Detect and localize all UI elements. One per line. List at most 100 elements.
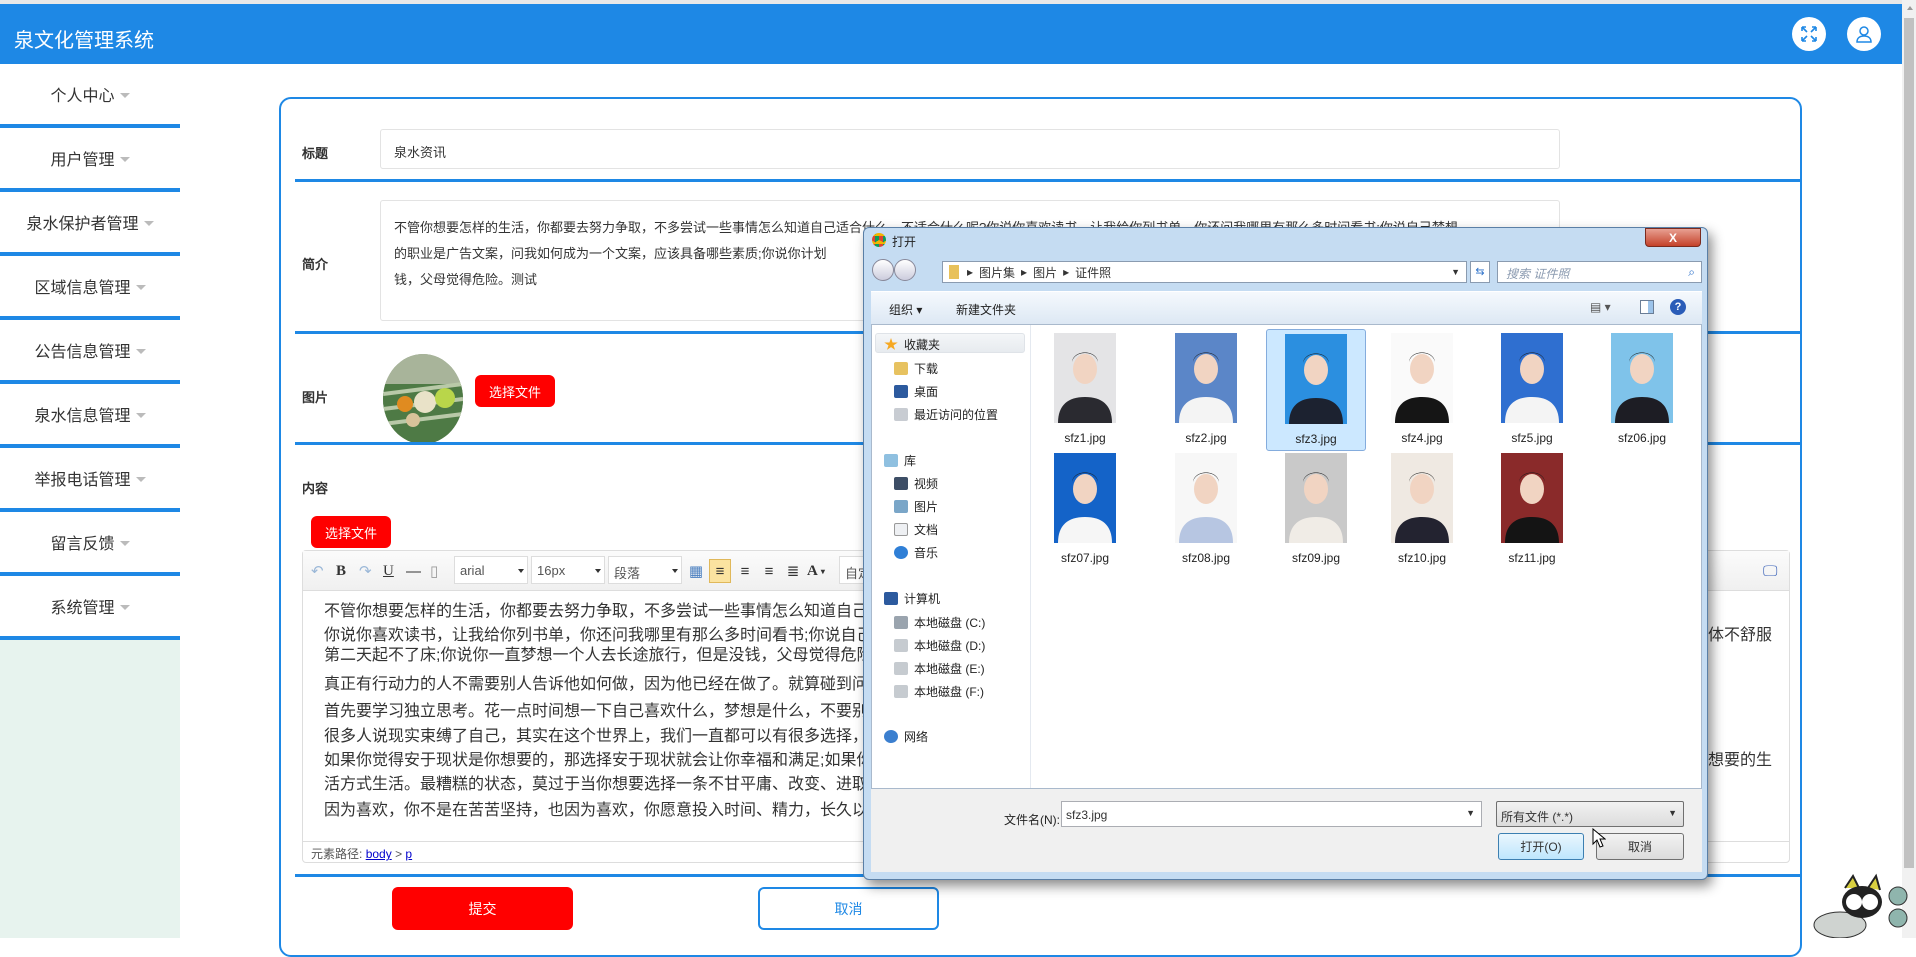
- file-item[interactable]: sfz1.jpg: [1035, 333, 1135, 445]
- open-button[interactable]: 打开(O): [1498, 833, 1584, 860]
- breadcrumb-item[interactable]: 图片: [1033, 264, 1057, 281]
- bold-button[interactable]: B: [336, 559, 346, 583]
- scrollbar[interactable]: [1902, 0, 1916, 938]
- align-right-icon[interactable]: ≡: [735, 559, 755, 583]
- path-body-link[interactable]: body: [366, 847, 392, 861]
- scroll-up-icon[interactable]: [1907, 6, 1913, 10]
- file-open-dialog: 打开 X ▸ 图片集 ▸ 图片 ▸ 证件照 ▼ ⇆ 搜索 证件照 ⌕ 组织 ▾ 新建文件…: [863, 227, 1708, 880]
- editor-line: 真正有行动力的人不需要别人告诉他如何做，因为他已经在做了。就算碰到问题: [324, 676, 884, 693]
- refresh-icon[interactable]: ⇆: [1470, 261, 1490, 283]
- file-item[interactable]: sfz3.jpg: [1266, 329, 1366, 451]
- file-item[interactable]: sfz10.jpg: [1372, 453, 1472, 565]
- file-item[interactable]: sfz2.jpg: [1156, 333, 1256, 445]
- file-item[interactable]: sfz09.jpg: [1266, 453, 1366, 565]
- breadcrumb-item[interactable]: 图片集: [979, 264, 1015, 281]
- file-thumbnail: [1175, 453, 1237, 543]
- underline-button[interactable]: U: [383, 559, 394, 583]
- align-left-icon[interactable]: ≡: [709, 559, 731, 583]
- file-type-select[interactable]: 所有文件 (*.*) ▼: [1496, 801, 1684, 827]
- filename-input[interactable]: sfz3.jpg ▼: [1061, 801, 1482, 827]
- forward-button[interactable]: [894, 259, 916, 281]
- nav-label: 本地磁盘 (C:): [914, 616, 986, 630]
- submit-button[interactable]: 提交: [392, 887, 573, 930]
- sidebar-item-users[interactable]: 用户管理: [0, 128, 180, 192]
- sidebar-item-springs[interactable]: 泉水信息管理: [0, 384, 180, 448]
- paragraph-select[interactable]: 段落: [608, 556, 682, 584]
- title-input[interactable]: 泉水资讯: [380, 129, 1560, 169]
- dialog-cancel-button[interactable]: 取消: [1596, 833, 1684, 860]
- sidebar-item-feedback[interactable]: 留言反馈: [0, 512, 180, 576]
- nav-downloads[interactable]: 下载: [894, 360, 938, 377]
- sidebar-item-notices[interactable]: 公告信息管理: [0, 320, 180, 384]
- editor-line-fragment: 想要的生: [1708, 752, 1773, 769]
- editor-line: 首先要学习独立思考。花一点时间想一下自己喜欢什么，梦想是什么，不要别人: [324, 703, 884, 720]
- nav-pictures[interactable]: 图片: [894, 498, 938, 515]
- file-item[interactable]: sfz07.jpg: [1035, 453, 1135, 565]
- nav-documents[interactable]: 文档: [894, 521, 938, 538]
- font-size-select[interactable]: 16px: [531, 556, 605, 584]
- file-item[interactable]: sfz4.jpg: [1372, 333, 1472, 445]
- mascot-cat: [1810, 870, 1910, 939]
- font-family-select[interactable]: arial: [454, 556, 528, 584]
- dialog-close-button[interactable]: X: [1645, 228, 1701, 247]
- sidebar-item-personal-center[interactable]: 个人中心: [0, 64, 180, 128]
- file-name: sfz2.jpg: [1185, 431, 1227, 445]
- navigation-pane: 收藏夹 下载 桌面 最近访问的位置 库 视频 图片 文档 音乐 计算机 本地磁盘…: [872, 325, 1031, 788]
- document-icon[interactable]: ▯: [430, 559, 438, 583]
- sidebar-item-regions[interactable]: 区域信息管理: [0, 256, 180, 320]
- user-button[interactable]: [1847, 17, 1881, 51]
- nav-label: 视频: [914, 477, 939, 491]
- nav-desktop[interactable]: 桌面: [894, 383, 938, 400]
- sidebar-item-system[interactable]: 系统管理: [0, 576, 180, 640]
- nav-favorites[interactable]: 收藏夹: [884, 336, 940, 353]
- file-item[interactable]: sfz08.jpg: [1156, 453, 1256, 565]
- sidebar-item-label: 泉水信息管理: [34, 408, 131, 425]
- breadcrumb-item[interactable]: 证件照: [1075, 264, 1111, 281]
- address-bar[interactable]: ▸ 图片集 ▸ 图片 ▸ 证件照 ▼: [942, 261, 1467, 283]
- header: 泉文化管理系统: [0, 4, 1902, 64]
- align-justify-icon[interactable]: ≣: [783, 559, 803, 583]
- cancel-button[interactable]: 取消: [758, 887, 939, 930]
- table-icon[interactable]: ▦: [687, 559, 705, 583]
- view-options-icon[interactable]: ▤ ▾: [1590, 300, 1611, 314]
- nav-music[interactable]: 音乐: [894, 544, 938, 561]
- search-input[interactable]: 搜索 证件照 ⌕: [1497, 261, 1702, 283]
- nav-label: 收藏夹: [904, 338, 941, 352]
- organize-menu[interactable]: 组织 ▾: [889, 301, 922, 318]
- nav-drive-c[interactable]: 本地磁盘 (C:): [894, 614, 985, 631]
- sidebar-item-protectors[interactable]: 泉水保护者管理: [0, 192, 180, 256]
- preview-pane-icon[interactable]: [1640, 300, 1654, 314]
- file-item[interactable]: sfz11.jpg: [1482, 453, 1582, 565]
- nav-label: 计算机: [904, 592, 941, 606]
- file-item[interactable]: sfz5.jpg: [1482, 333, 1582, 445]
- undo-icon[interactable]: ↶: [311, 559, 324, 583]
- horizontal-rule-icon[interactable]: —: [406, 559, 421, 583]
- nav-videos[interactable]: 视频: [894, 475, 938, 492]
- scrollbar-thumb[interactable]: [1904, 18, 1914, 868]
- file-name: sfz1.jpg: [1064, 431, 1106, 445]
- path-p-link[interactable]: p: [405, 847, 412, 861]
- file-item[interactable]: sfz06.jpg: [1592, 333, 1692, 445]
- back-button[interactable]: [872, 259, 894, 281]
- redo-icon[interactable]: ↷: [359, 559, 372, 583]
- nav-drive-f[interactable]: 本地磁盘 (F:): [894, 683, 984, 700]
- help-icon[interactable]: ?: [1670, 299, 1686, 315]
- caret-down-icon: [135, 476, 146, 482]
- nav-computer[interactable]: 计算机: [884, 590, 940, 607]
- align-center-icon[interactable]: ≡: [759, 559, 779, 583]
- choose-image-button[interactable]: 选择文件: [475, 375, 555, 407]
- monitor-icon[interactable]: 🖵: [1763, 559, 1777, 583]
- sidebar-item-report-phones[interactable]: 举报电话管理: [0, 448, 180, 512]
- path-label: 元素路径:: [311, 847, 363, 861]
- search-icon: ⌕: [1688, 265, 1695, 279]
- nav-network[interactable]: 网络: [884, 728, 928, 745]
- new-folder-button[interactable]: 新建文件夹: [956, 301, 1016, 318]
- font-color-button[interactable]: A ▾: [807, 559, 825, 583]
- nav-recent-places[interactable]: 最近访问的位置: [894, 406, 998, 423]
- nav-library[interactable]: 库: [884, 452, 916, 469]
- choose-content-file-button[interactable]: 选择文件: [311, 516, 391, 548]
- editor-line: 不管你想要怎样的生活，你都要去努力争取，不多尝试一些事情怎么知道自己适: [324, 603, 884, 620]
- fullscreen-button[interactable]: [1792, 17, 1826, 51]
- nav-drive-d[interactable]: 本地磁盘 (D:): [894, 637, 985, 654]
- nav-drive-e[interactable]: 本地磁盘 (E:): [894, 660, 985, 677]
